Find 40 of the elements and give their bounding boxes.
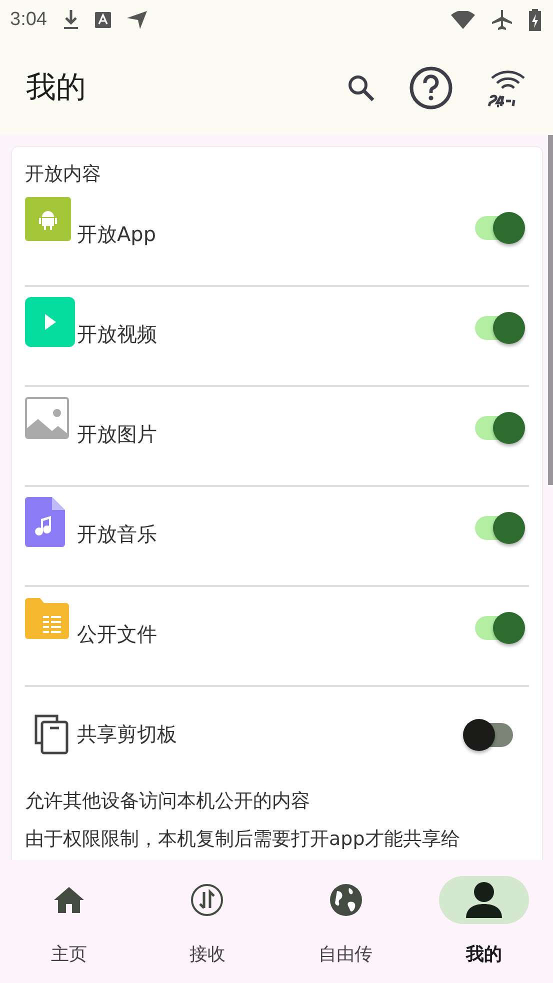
- music-file-icon: [25, 497, 65, 547]
- keyboard-icon: [94, 12, 111, 28]
- folder-icon: [25, 597, 69, 639]
- setting-label: 开放音乐: [77, 521, 158, 548]
- page-title: 我的: [26, 69, 87, 107]
- nav-tab[interactable]: 接收: [138, 860, 276, 983]
- download-icon: [62, 10, 79, 30]
- search-button[interactable]: [347, 74, 375, 102]
- toggle-switch[interactable]: [475, 409, 525, 445]
- home-icon: [53, 886, 86, 914]
- toggle-switch[interactable]: [475, 209, 525, 245]
- setting-label: 公开文件: [77, 621, 158, 648]
- wifi-icon: [451, 11, 475, 29]
- android-icon: [25, 197, 71, 241]
- search-icon: [347, 74, 375, 102]
- globe-icon: [328, 883, 363, 917]
- battery-icon: [529, 9, 541, 31]
- setting-label: 开放图片: [77, 421, 158, 448]
- transfer-icon: [190, 883, 224, 917]
- nav-tab[interactable]: 我的: [414, 860, 553, 983]
- description-text: 由于权限限制，本机复制后需要打开app才能共享给: [25, 827, 461, 852]
- setting-label: 共享剪切板: [77, 720, 178, 748]
- section-title: 开放内容: [25, 162, 102, 187]
- airplane-icon: [491, 9, 513, 31]
- toggle-switch[interactable]: [475, 509, 525, 545]
- play-icon: [25, 297, 75, 347]
- copy-icon: [33, 713, 69, 755]
- description-text: 允许其他设备访问本机公开的内容: [25, 789, 311, 814]
- toggle-switch[interactable]: [475, 609, 525, 645]
- toggle-switch[interactable]: [475, 309, 525, 345]
- help-button[interactable]: [409, 66, 453, 110]
- clock: 3:04: [10, 9, 47, 31]
- person-icon: [464, 882, 504, 918]
- image-icon: [25, 397, 69, 439]
- navigation-icon: [126, 11, 147, 29]
- nav-tab[interactable]: 自由传: [276, 860, 415, 983]
- help-icon: [409, 66, 453, 110]
- nav-tab[interactable]: 主页: [0, 860, 138, 983]
- setting-label: 开放视频: [77, 321, 158, 348]
- setting-label: 开放App: [77, 221, 158, 248]
